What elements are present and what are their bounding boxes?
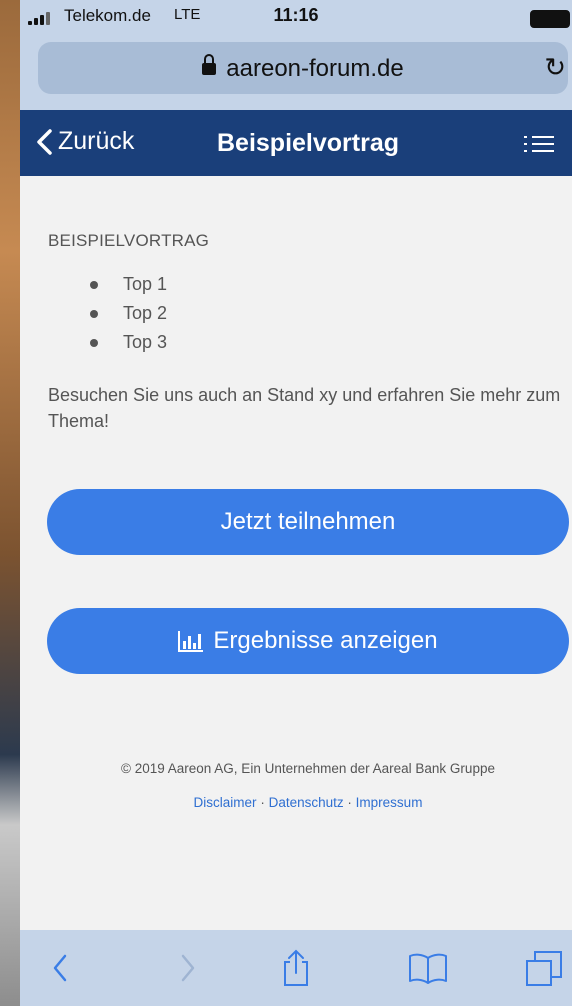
back-arrow-icon[interactable]	[40, 930, 80, 1006]
status-time: 11:16	[273, 5, 319, 25]
join-button[interactable]: Jetzt teilnehmen	[47, 489, 569, 555]
forward-arrow-icon[interactable]	[168, 930, 208, 1006]
separator: ·	[347, 795, 352, 810]
bar-chart-icon	[178, 630, 204, 652]
menu-icon[interactable]	[524, 134, 554, 155]
show-results-button[interactable]: Ergebnisse anzeigen	[47, 608, 569, 674]
page-title: Beispielvortrag	[217, 129, 400, 157]
share-icon[interactable]	[276, 930, 316, 1006]
list-item: Top 1	[48, 274, 167, 303]
app-nav-bar: Zurück Beispielvortrag	[20, 110, 572, 176]
bookmarks-icon[interactable]	[404, 930, 452, 1006]
lock-icon	[202, 54, 217, 75]
status-bar: Telekom.de LTE 11:16	[20, 0, 572, 34]
footer-links: Disclaimer · Datenschutz · Impressum	[47, 795, 569, 810]
address-bar[interactable]: aareon-forum.de ↻	[38, 42, 568, 94]
footer-copyright: © 2019 Aareon AG, Ein Unternehmen der Aa…	[121, 761, 495, 776]
disclaimer-link[interactable]: Disclaimer	[194, 795, 257, 810]
chevron-left-icon	[37, 128, 52, 155]
battery-icon	[530, 10, 570, 28]
reload-icon[interactable]: ↻	[544, 52, 566, 83]
imprint-link[interactable]: Impressum	[356, 795, 423, 810]
info-paragraph: Besuchen Sie uns auch an Stand xy und er…	[48, 385, 561, 431]
browser-toolbar	[20, 930, 572, 1006]
back-button-label: Zurück	[58, 127, 135, 155]
show-results-label: Ergebnisse anzeigen	[213, 627, 438, 654]
phone-screen: Telekom.de LTE 11:16 aareon-forum.de ↻ Z…	[20, 0, 572, 1006]
list-item: Top 3	[48, 332, 167, 361]
list-item: Top 2	[48, 303, 167, 332]
browser-address-area: aareon-forum.de ↻	[20, 34, 572, 110]
topic-list: Top 1 Top 2 Top 3	[48, 274, 167, 361]
talk-heading: BEISPIELVORTRAG	[48, 231, 210, 250]
separator: ·	[260, 795, 265, 810]
back-button[interactable]: Zurück	[36, 127, 134, 156]
tabs-icon[interactable]	[520, 930, 570, 1006]
url-text: aareon-forum.de	[226, 55, 404, 82]
privacy-link[interactable]: Datenschutz	[269, 795, 344, 810]
join-button-label: Jetzt teilnehmen	[220, 508, 396, 535]
